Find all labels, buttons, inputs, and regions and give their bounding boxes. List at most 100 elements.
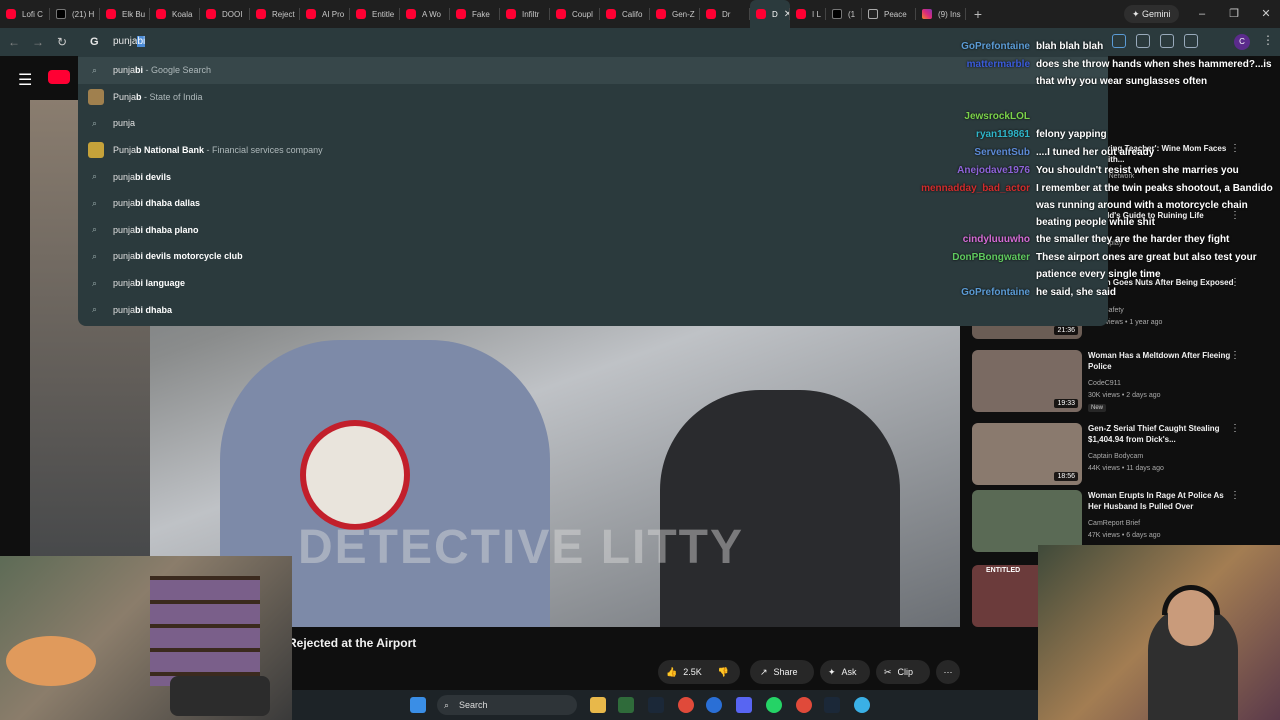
tab-14[interactable]: Dr (700, 0, 750, 28)
rec-channel[interactable]: Captain Bodycam (1088, 453, 1143, 460)
app-icon[interactable] (706, 697, 722, 713)
rec-item[interactable]: 19:33 Woman Has a Meltdown After Fleeing … (972, 350, 1272, 414)
gemini-icon: ✦ (1132, 9, 1143, 19)
menu-icon[interactable]: ☰ (18, 70, 32, 90)
tab-7[interactable]: Entitle (350, 0, 400, 28)
tab-18[interactable]: Peace (862, 0, 916, 28)
like-count: 2.5K (683, 667, 702, 677)
app-icon[interactable] (618, 697, 634, 713)
google-icon: G (90, 36, 99, 48)
share-button[interactable]: ↗ Share (750, 660, 814, 684)
youtube-icon (706, 9, 716, 19)
minimize-icon[interactable]: – (1186, 0, 1218, 28)
tab-4[interactable]: DOOI (200, 0, 250, 28)
tab-1[interactable]: (21) H (50, 0, 100, 28)
forward-icon[interactable]: → (30, 34, 46, 50)
maximize-icon[interactable]: ❐ (1218, 0, 1250, 28)
tab-13[interactable]: Gen-Z (650, 0, 700, 28)
suggestion-item[interactable]: Punjab - State of India (78, 84, 1108, 111)
rec-meta: 30K views • 2 days ago (1088, 392, 1161, 399)
rec-channel[interactable]: CamReport Brief (1088, 520, 1140, 527)
suggestion-completion: bi (135, 65, 144, 76)
chrome-icon[interactable] (796, 697, 812, 713)
chrome-icon[interactable] (678, 697, 694, 713)
suggestion-item[interactable]: ⌕ punja (78, 110, 1108, 137)
file-explorer-icon[interactable] (590, 697, 606, 713)
youtube-icon (6, 9, 16, 19)
suggestion-item[interactable]: ⌕ punjabi - Google Search (78, 57, 1108, 84)
tab-5[interactable]: Reject (250, 0, 300, 28)
address-bar[interactable] (78, 30, 1108, 56)
taskbar-search[interactable]: ⌕ Search (437, 695, 577, 715)
chat-message: These airport ones are great but also te… (1036, 252, 1257, 280)
tab-9[interactable]: Fake (450, 0, 500, 28)
close-window-icon[interactable]: ✕ (1250, 0, 1280, 28)
tab-19[interactable]: (9) Ins (916, 0, 966, 28)
steam-icon[interactable] (824, 697, 840, 713)
discord-icon[interactable] (736, 697, 752, 713)
tab-label: Califo (622, 9, 643, 19)
tab-label: Lofi C (22, 9, 43, 19)
suggestion-item[interactable]: ⌕ punjabi language (78, 270, 1108, 297)
gemini-button[interactable]: ✦ Gemini (1124, 5, 1179, 23)
new-tab-button[interactable]: + (966, 0, 990, 28)
back-icon[interactable]: ← (6, 34, 22, 50)
chat-username[interactable]: GoPrefontaine (961, 38, 1030, 55)
rec-item[interactable]: 18:56 Gen-Z Serial Thief Caught Stealing … (972, 423, 1272, 487)
rec-title[interactable]: Woman Has a Meltdown After Fleeing Polic… (1088, 350, 1238, 372)
suggestion-item[interactable]: Punjab National Bank - Financial service… (78, 137, 1108, 164)
chat-username[interactable]: ryan119861 (976, 126, 1030, 143)
suggestion-typed: punja (113, 278, 136, 289)
tab-6[interactable]: AI Pro (300, 0, 350, 28)
clip-label: Clip (897, 667, 914, 677)
rec-title[interactable]: Woman Erupts In Rage At Police As Her Hu… (1088, 490, 1238, 512)
more-options-icon[interactable]: ⋮ (1230, 423, 1240, 434)
address-input[interactable]: punjabi (113, 36, 146, 47)
chat-username[interactable]: GoPrefontaine (961, 284, 1030, 301)
suggestion-subtitle: - Google Search (143, 65, 212, 76)
chat-username[interactable]: mennadday_bad_actor (921, 180, 1030, 197)
suggestion-completion: bi dhaba dallas (135, 198, 201, 209)
tab-8[interactable]: A Wo (400, 0, 450, 28)
dislike-icon[interactable]: 👎 (718, 667, 729, 678)
more-options-icon[interactable]: ⋮ (1230, 490, 1240, 501)
chat-username[interactable]: DonPBongwater (952, 249, 1030, 266)
chat-username[interactable]: Anejodave1976 (957, 162, 1030, 179)
youtube-logo[interactable] (48, 70, 70, 84)
rec-thumbnail[interactable]: 18:56 (972, 423, 1082, 485)
more-actions-icon[interactable]: ⋯ (936, 660, 960, 684)
tab-0[interactable]: Lofi C (0, 0, 50, 28)
tab-label: Fake (472, 9, 490, 19)
tab-15[interactable]: D ✕ (750, 0, 790, 28)
windows-start-icon[interactable] (410, 697, 426, 713)
rec-title[interactable]: Gen-Z Serial Thief Caught Stealing $1,40… (1088, 423, 1238, 445)
whatsapp-icon[interactable] (766, 697, 782, 713)
tab-3[interactable]: Koala (150, 0, 200, 28)
rec-channel[interactable]: CodeC911 (1088, 380, 1121, 387)
chat-username[interactable]: cindyluuuwho (963, 231, 1030, 248)
tab-10[interactable]: Infiltr (500, 0, 550, 28)
suggestion-item[interactable]: ⌕ punjabi dhaba (78, 296, 1108, 323)
chat-username[interactable]: ServentSub (974, 144, 1030, 161)
tab-16[interactable]: I L (790, 0, 826, 28)
app-icon[interactable] (854, 697, 870, 713)
ask-button[interactable]: ✦ Ask (820, 660, 870, 684)
chat-username[interactable]: JewsrockLOL (964, 108, 1030, 125)
tab-17[interactable]: (1 (826, 0, 862, 28)
suggestion-item[interactable]: ⌕ punjabi dhaba plano (78, 217, 1108, 244)
like-dislike-group[interactable]: 👍 2.5K 👎 (658, 660, 740, 684)
more-options-icon[interactable]: ⋮ (1230, 350, 1240, 361)
video-person (660, 390, 900, 627)
reload-icon[interactable]: ↻ (54, 34, 70, 50)
chat-username[interactable]: mattermarble (967, 56, 1030, 73)
clip-button[interactable]: ✂ Clip (876, 660, 930, 684)
like-icon[interactable]: 👍 (666, 667, 677, 678)
tab-2[interactable]: Elk Bu (100, 0, 150, 28)
tab-12[interactable]: Califo (600, 0, 650, 28)
youtube-icon (796, 9, 806, 19)
duration-badge: 21:36 (1054, 326, 1078, 335)
tab-11[interactable]: Coupl (550, 0, 600, 28)
rec-thumbnail[interactable] (972, 490, 1082, 552)
rec-thumbnail[interactable]: 19:33 (972, 350, 1082, 412)
steam-icon[interactable] (648, 697, 664, 713)
